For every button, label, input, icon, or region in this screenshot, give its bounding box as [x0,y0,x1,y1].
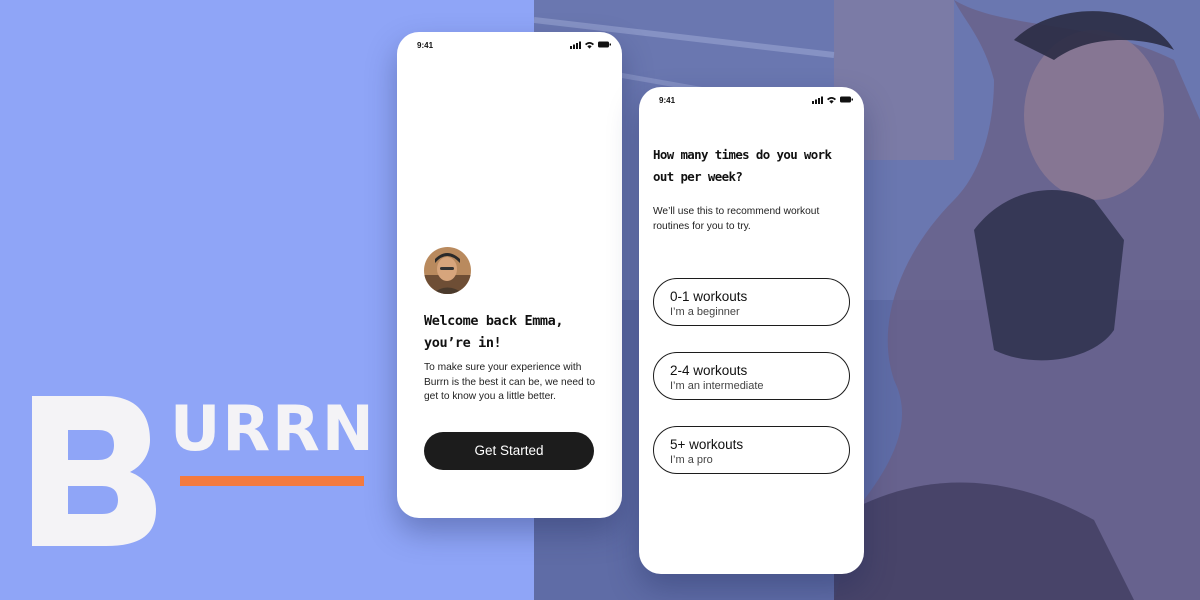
welcome-heading-line2: you’re in! [424,335,502,351]
logo-b-letter [32,396,156,546]
option-0-1-workouts[interactable]: 0-1 workouts I’m a beginner [653,278,850,326]
welcome-body-text: To make sure your experience with Burrn … [424,362,596,403]
welcome-heading: Welcome back Emma, you’re in! [424,310,604,354]
wifi-icon [827,97,836,104]
option-subtitle: I’m a beginner [670,306,740,318]
status-bar: 9:41 [639,87,864,113]
avatar [424,247,471,294]
signal-icon [812,96,823,104]
option-5-plus-workouts[interactable]: 5+ workouts I’m a pro [653,426,850,474]
option-2-4-workouts[interactable]: 2-4 workouts I’m an intermediate [653,352,850,400]
option-title: 5+ workouts [670,437,744,452]
status-icons [812,96,853,104]
option-subtitle: I’m an intermediate [670,380,764,392]
battery-icon [840,96,853,103]
question-heading: How many times do you work out per week? [653,147,832,184]
status-icons [570,41,611,49]
wifi-icon [585,42,594,49]
status-time: 9:41 [659,96,676,105]
logo-wordmark: URRN [170,392,376,465]
welcome-phone-screen: 9:41 Welcome back Emma, you’re in! To ma [397,32,622,518]
battery-icon [598,41,611,48]
option-title: 2-4 workouts [670,363,748,378]
status-time: 9:41 [417,41,434,50]
option-title: 0-1 workouts [670,289,748,304]
welcome-heading-line1: Welcome back Emma, [424,313,564,329]
question-description: We’ll use this to recommend workout rout… [653,206,820,232]
option-subtitle: I’m a pro [670,454,713,466]
signal-icon [570,41,581,49]
athlete-photo-background [534,0,1200,600]
logo-underline [180,476,364,486]
status-bar: 9:41 [397,32,622,58]
get-started-button[interactable]: Get Started [424,432,594,470]
workout-frequency-phone-screen: 9:41 How many times do you work out per … [639,87,864,574]
